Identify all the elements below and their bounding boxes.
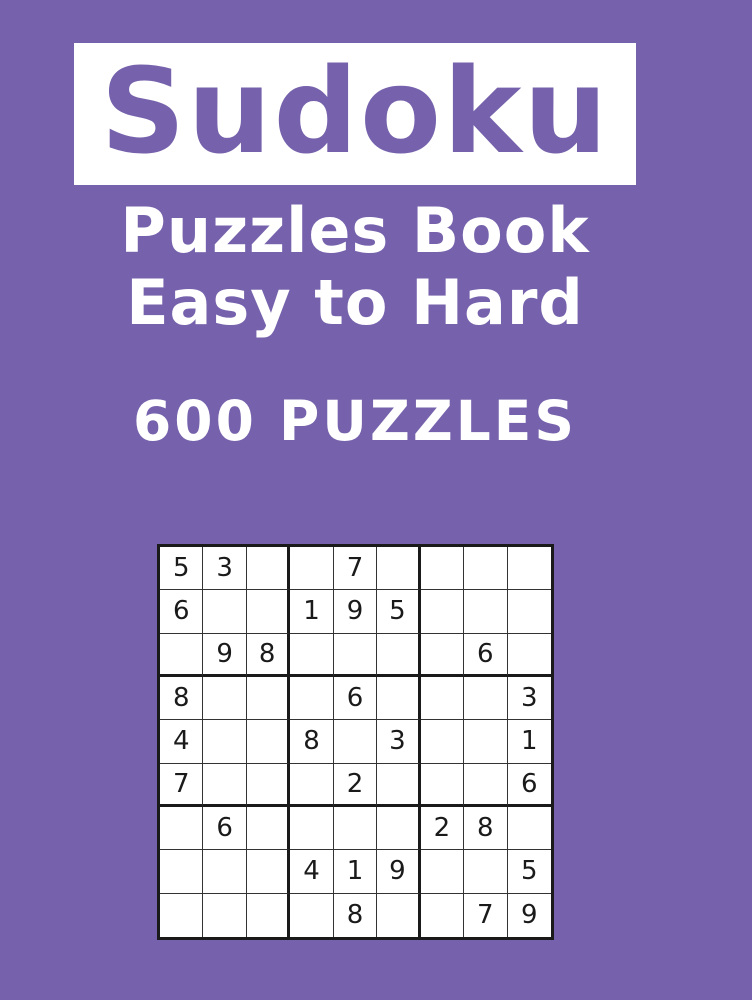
sudoku-cell — [290, 676, 334, 721]
sudoku-cell — [160, 850, 204, 894]
sudoku-cell — [420, 720, 465, 764]
sudoku-cell — [290, 633, 334, 677]
sudoku-cell — [290, 763, 334, 807]
sudoku-cell: 3 — [377, 720, 421, 764]
sudoku-cell: 7 — [333, 547, 378, 591]
sudoku-cell — [333, 720, 378, 764]
sudoku-cell — [420, 850, 465, 894]
sudoku-cell — [464, 547, 508, 591]
sudoku-cell — [203, 720, 247, 764]
sudoku-cell: 9 — [377, 850, 421, 894]
sudoku-cell: 2 — [420, 806, 465, 851]
sudoku-cell: 9 — [333, 590, 378, 634]
sudoku-cell — [507, 634, 551, 677]
sudoku-cell: 6 — [333, 676, 378, 721]
sudoku-cell — [246, 850, 291, 894]
sudoku-cell — [420, 676, 465, 721]
sudoku-cell — [507, 590, 551, 634]
sudoku-cell — [464, 763, 508, 807]
sudoku-cell — [203, 893, 247, 937]
sudoku-cell — [377, 763, 421, 807]
sudoku-cell: 7 — [464, 893, 508, 937]
sudoku-cell: 8 — [464, 806, 508, 851]
sudoku-cell — [203, 676, 247, 721]
sudoku-cell: 6 — [160, 590, 204, 634]
sudoku-cell — [464, 850, 508, 894]
sudoku-cell: 4 — [160, 720, 204, 764]
sudoku-cell: 9 — [203, 633, 247, 677]
sudoku-cell — [420, 590, 465, 634]
sudoku-cell — [290, 547, 334, 591]
sudoku-cell — [246, 720, 291, 764]
sudoku-cell — [203, 763, 247, 807]
sudoku-cell — [464, 676, 508, 721]
sudoku-cell — [420, 547, 465, 591]
sudoku-cell — [464, 720, 508, 764]
sudoku-cell: 2 — [333, 763, 378, 807]
subtitle-line-2: Easy to Hard — [126, 266, 584, 339]
subtitle-line-1: Puzzles Book — [120, 194, 590, 267]
sudoku-cell — [160, 633, 204, 677]
sudoku-cell — [377, 633, 421, 677]
sudoku-cell — [377, 547, 421, 591]
sudoku-cell — [290, 806, 334, 851]
sudoku-cell — [290, 893, 334, 937]
book-title: Sudoku — [100, 42, 610, 180]
sudoku-cell — [246, 676, 291, 721]
sudoku-cell — [421, 893, 465, 937]
sudoku-cell: 7 — [160, 763, 204, 807]
sudoku-cell — [160, 806, 204, 851]
sudoku-cell: 6 — [464, 633, 508, 677]
sudoku-cell: 8 — [334, 893, 378, 937]
puzzle-count: 600 PUZZLES — [133, 389, 577, 453]
sudoku-cell — [203, 850, 247, 894]
sudoku-cell — [246, 763, 291, 807]
sudoku-cell: 3 — [203, 547, 247, 591]
sudoku-cell — [377, 676, 421, 721]
sudoku-cell — [420, 763, 465, 807]
sudoku-cell — [377, 893, 421, 937]
sudoku-cell: 6 — [507, 764, 551, 807]
sudoku-cell: 6 — [203, 806, 247, 851]
sudoku-cell — [333, 633, 378, 677]
sudoku-cell — [377, 806, 421, 851]
sudoku-cell — [420, 633, 465, 677]
sudoku-cell — [333, 806, 378, 851]
sudoku-cell: 8 — [290, 720, 334, 764]
sudoku-cell — [247, 893, 291, 937]
sudoku-cell — [507, 807, 551, 851]
sudoku-cell: 1 — [290, 590, 334, 634]
sudoku-cell: 8 — [246, 633, 291, 677]
title-box: Sudoku — [74, 43, 636, 185]
sudoku-cell: 9 — [520, 900, 538, 931]
sudoku-cell: 5 — [377, 590, 421, 634]
sudoku-cell — [246, 806, 291, 851]
sudoku-cell — [507, 547, 551, 591]
sudoku-cell: 8 — [160, 676, 204, 721]
sudoku-cell: 5 — [160, 547, 204, 591]
sudoku-cell: 3 — [507, 677, 551, 721]
sudoku-cell — [246, 547, 291, 591]
sudoku-cell — [246, 590, 291, 634]
sudoku-cell — [203, 590, 247, 634]
sudoku-cell — [160, 893, 204, 937]
sudoku-cell: 1 — [333, 850, 378, 894]
sudoku-cell: 1 — [507, 720, 551, 764]
sudoku-cell: 4 — [290, 850, 334, 894]
sudoku-cell — [464, 590, 508, 634]
sudoku-grid: 537619598686348317266284195879 — [157, 544, 554, 940]
sudoku-cell: 5 — [507, 850, 551, 894]
